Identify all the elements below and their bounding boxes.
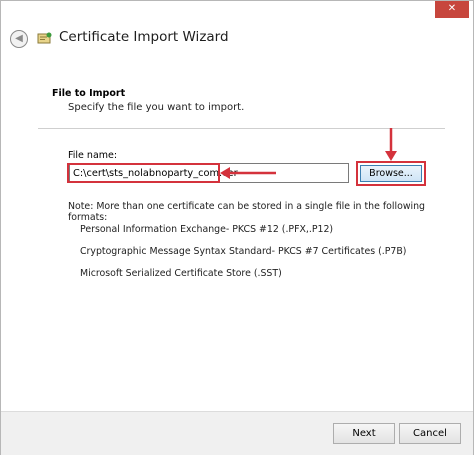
file-name-label: File name:	[68, 150, 118, 161]
wizard-content: File to Import Specify the file you want…	[38, 62, 445, 405]
wizard-footer: Next Cancel	[1, 411, 473, 455]
close-icon: ✕	[447, 3, 457, 14]
wizard-title: Certificate Import Wizard	[59, 29, 229, 45]
format-item-pfx: Personal Information Exchange- PKCS #12 …	[80, 224, 334, 235]
certificate-wizard-icon	[37, 32, 52, 44]
next-button[interactable]: Next	[333, 423, 395, 444]
cancel-button[interactable]: Cancel	[399, 423, 461, 444]
section-title: File to Import	[52, 88, 126, 99]
file-name-input[interactable]	[69, 163, 349, 183]
formats-note: Note: More than one certificate can be s…	[68, 201, 425, 223]
wizard-window: ✕ ◀ Certificate Import Wizard File to Im…	[0, 0, 474, 455]
section-divider	[38, 128, 445, 129]
annotation-arrow-down	[385, 128, 397, 161]
format-item-p7b: Cryptographic Message Syntax Standard- P…	[80, 246, 407, 257]
close-button[interactable]: ✕	[435, 1, 469, 18]
browse-button[interactable]: Browse...	[360, 165, 422, 182]
format-item-sst: Microsoft Serialized Certificate Store (…	[80, 268, 282, 279]
wizard-header: ◀ Certificate Import Wizard	[1, 27, 473, 55]
section-subtitle: Specify the file you want to import.	[68, 102, 245, 113]
title-bar: ✕	[1, 1, 473, 19]
back-arrow-icon: ◀	[15, 33, 23, 44]
back-button[interactable]: ◀	[10, 30, 28, 48]
